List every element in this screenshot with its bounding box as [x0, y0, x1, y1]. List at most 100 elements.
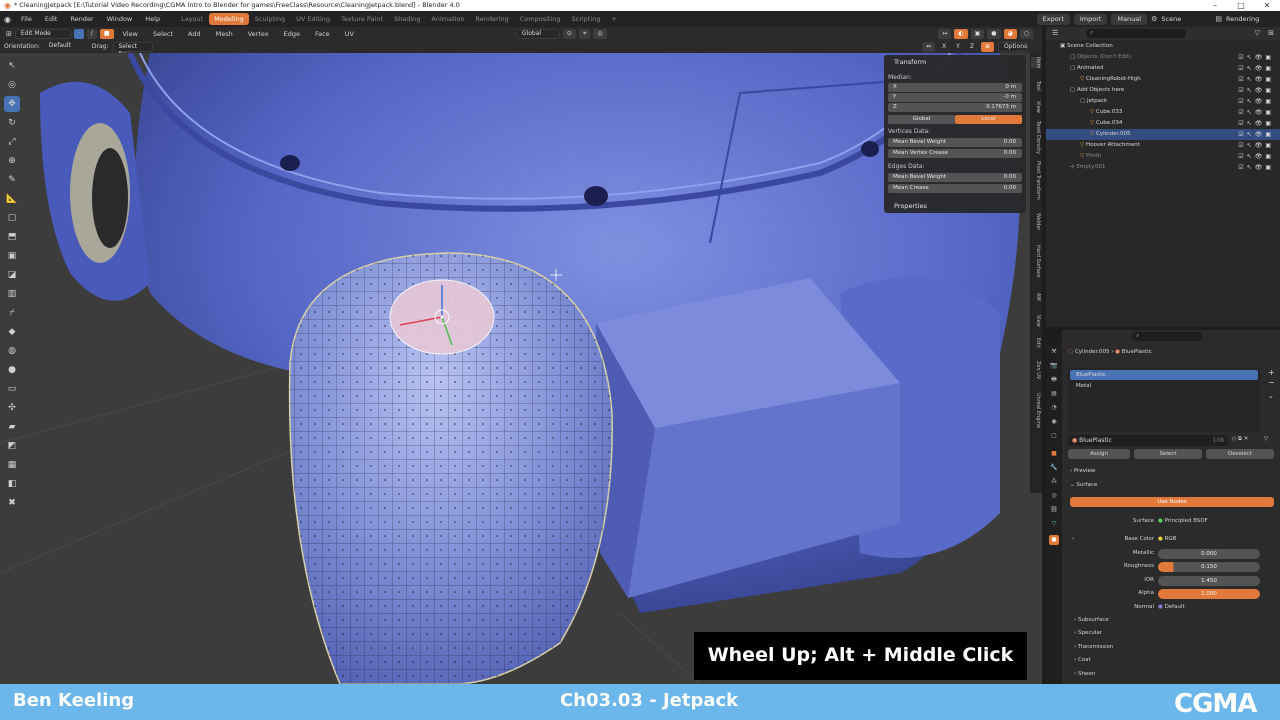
slot-add-icon[interactable]: + — [1268, 368, 1275, 377]
snap-icon[interactable]: ⌖ — [578, 28, 591, 39]
visibility-toggles[interactable]: ☑↖👁▣ — [1238, 85, 1274, 96]
metallic-slider[interactable]: 0.000 — [1158, 549, 1260, 559]
median-y-field[interactable]: Y -0 m — [888, 93, 1022, 102]
axis-x[interactable]: X — [939, 43, 949, 50]
menu-edit[interactable]: Edit — [39, 11, 64, 27]
collection-props-icon[interactable]: ▢ — [1049, 431, 1059, 441]
material-slot-metal[interactable]: Metal — [1070, 381, 1258, 391]
transform-tool-icon[interactable]: ⊕ — [4, 153, 20, 169]
ior-field[interactable]: 1.450 — [1158, 576, 1260, 586]
auto-merge-icon[interactable]: ⊕ — [980, 41, 994, 52]
cursor-tool-icon[interactable]: ◎ — [4, 77, 20, 93]
maximize-icon[interactable]: □ — [1228, 0, 1254, 11]
tab-texture-paint[interactable]: Texture Paint — [336, 13, 388, 25]
median-x-field[interactable]: X 0 m — [888, 83, 1022, 92]
median-z-field[interactable]: Z 0.17673 m — [888, 103, 1022, 112]
outliner-row[interactable]: ▢ Animated ☑↖👁▣ — [1046, 63, 1280, 74]
visibility-toggles[interactable]: ☑↖👁▣ — [1238, 140, 1274, 151]
select-tool-icon[interactable]: ↖ — [4, 58, 20, 74]
selected-cylinder-mesh[interactable] — [288, 252, 613, 684]
sheen-section[interactable]: › Sheen — [1074, 671, 1095, 677]
outliner-editor-icon[interactable]: ☰ — [1052, 29, 1058, 37]
outliner-row[interactable]: ▽ CleaningRobot-High ☑↖👁▣ — [1046, 74, 1280, 85]
assign-button[interactable]: Assign — [1068, 449, 1130, 459]
editor-type-icon[interactable]: ⊞ — [6, 30, 12, 38]
tab-modeling[interactable]: Modeling — [209, 13, 249, 25]
visibility-toggles[interactable]: ☑↖👁▣ — [1238, 63, 1274, 74]
outliner-filter-icon[interactable]: ▽ — [1255, 29, 1260, 37]
proportional-icon[interactable]: ◎ — [593, 28, 607, 39]
alpha-slider[interactable]: 1.000 — [1158, 589, 1260, 599]
annotate-tool-icon[interactable]: ✎ — [4, 172, 20, 188]
extrude-tool-icon[interactable]: ⬒ — [4, 229, 20, 245]
outliner-row[interactable]: ▽ Cylinder.005 ☑↖👁▣ — [1046, 129, 1280, 140]
viewport-gizmo-icon[interactable]: ↔ — [938, 28, 952, 39]
visibility-toggles[interactable]: ☑↖👁▣ — [1238, 151, 1274, 162]
outliner-row[interactable]: ▽ Cube.034 ☑↖👁▣ — [1046, 118, 1280, 129]
outliner-search-icon[interactable]: ⌕ — [1086, 29, 1186, 38]
tab-compositing[interactable]: Compositing — [515, 13, 566, 25]
visibility-toggles[interactable]: ☑↖👁▣ — [1238, 129, 1274, 140]
side-tab-hard-surface[interactable]: Hard Surface — [1031, 245, 1041, 278]
render-props-icon[interactable]: 📷 — [1049, 361, 1059, 371]
mode-selector[interactable]: Edit Mode — [14, 28, 71, 39]
outliner-row[interactable]: ▽ Hoover Attachment ☑↖👁▣ — [1046, 140, 1280, 151]
outliner-row[interactable]: ⊹ Empty.001 ☑↖👁▣ — [1046, 162, 1280, 173]
tab-uv-editing[interactable]: UV Editing — [291, 13, 335, 25]
axis-z[interactable]: Z — [967, 43, 977, 50]
addon-tool-3-icon[interactable]: ✖ — [4, 495, 20, 511]
mean-vertex-crease-field[interactable]: Mean Vertex Crease 0.00 — [888, 149, 1022, 158]
visibility-toggles[interactable]: ☑↖👁▣ — [1238, 162, 1274, 173]
menu-file[interactable]: File — [15, 11, 38, 27]
drag-selector[interactable]: Select Box — [112, 41, 153, 58]
side-tab-tool[interactable]: Tool — [1031, 81, 1041, 91]
measure-tool-icon[interactable]: 📐 — [4, 191, 20, 207]
visibility-toggles[interactable]: ☑↖👁▣ — [1238, 118, 1274, 129]
mirror-icon[interactable]: ⇔ — [922, 41, 936, 52]
mean-bevel-weight-field[interactable]: Mean Bevel Weight 0.00 — [888, 138, 1022, 147]
side-tab-view[interactable]: View — [1031, 101, 1041, 113]
shading-solid-icon[interactable]: ● — [987, 28, 1001, 39]
face-select-icon[interactable]: ■ — [99, 28, 114, 39]
move-tool-icon[interactable]: ✥ — [4, 96, 20, 112]
local-toggle[interactable]: Local — [955, 115, 1022, 124]
edge-bevel-weight-field[interactable]: Mean Bevel Weight 0.00 — [888, 173, 1022, 182]
output-props-icon[interactable]: 🖶 — [1049, 375, 1059, 385]
rip-tool-icon[interactable]: ◩ — [4, 438, 20, 454]
vertex-select-icon[interactable]: · — [73, 28, 84, 39]
tab-scripting[interactable]: Scripting — [567, 13, 606, 25]
loop-cut-tool-icon[interactable]: ▥ — [4, 286, 20, 302]
material-fake-user-icon[interactable]: ◇ ⧉ ✕ — [1232, 436, 1248, 443]
manual-button[interactable]: Manual — [1111, 13, 1148, 25]
side-tab-texel-density[interactable]: Texel Density — [1031, 121, 1041, 154]
rotate-tool-icon[interactable]: ↻ — [4, 115, 20, 131]
smooth-tool-icon[interactable]: ● — [4, 362, 20, 378]
view-layer-props-icon[interactable]: ▤ — [1049, 389, 1059, 399]
overlays-icon[interactable]: ◐ — [954, 28, 968, 39]
slot-specials-icon[interactable]: ⌄ — [1268, 392, 1274, 400]
normal-value[interactable]: ● Default — [1158, 604, 1185, 610]
edge-select-icon[interactable]: / — [86, 28, 97, 39]
material-props-icon[interactable]: ● — [1049, 535, 1059, 545]
addon-tool-1-icon[interactable]: ▦ — [4, 457, 20, 473]
side-tab-zen-uv[interactable]: Zen UV — [1031, 361, 1041, 379]
inset-tool-icon[interactable]: ▣ — [4, 248, 20, 264]
tab-animation[interactable]: Animation — [426, 13, 469, 25]
axis-y[interactable]: Y — [953, 43, 963, 50]
side-tab-pivot-transform[interactable]: Pivot Transform — [1031, 161, 1041, 200]
data-props-icon[interactable]: ▽ — [1049, 519, 1059, 529]
edge-slide-tool-icon[interactable]: ▭ — [4, 381, 20, 397]
side-tab-unreal-engine[interactable]: Unreal Engine — [1031, 393, 1041, 428]
view-layer-selector[interactable]: Rendering — [1226, 15, 1276, 23]
knife-tool-icon[interactable]: ⌿ — [4, 305, 20, 321]
physics-props-icon[interactable]: ◎ — [1049, 491, 1059, 501]
visibility-toggles[interactable]: ☑↖👁▣ — [1238, 74, 1274, 85]
transform-orientation-selector[interactable]: Global — [515, 28, 560, 39]
side-tab-am[interactable]: AM — [1031, 293, 1041, 301]
add-cube-tool-icon[interactable]: ▢ — [4, 210, 20, 226]
shading-rendered-icon[interactable]: ○ — [1019, 28, 1033, 39]
side-tab-item[interactable]: Item — [1031, 57, 1041, 69]
properties-search[interactable]: ⌕ — [1132, 332, 1202, 341]
scale-tool-icon[interactable]: ⤢ — [4, 134, 20, 150]
addon-tool-2-icon[interactable]: ◧ — [4, 476, 20, 492]
